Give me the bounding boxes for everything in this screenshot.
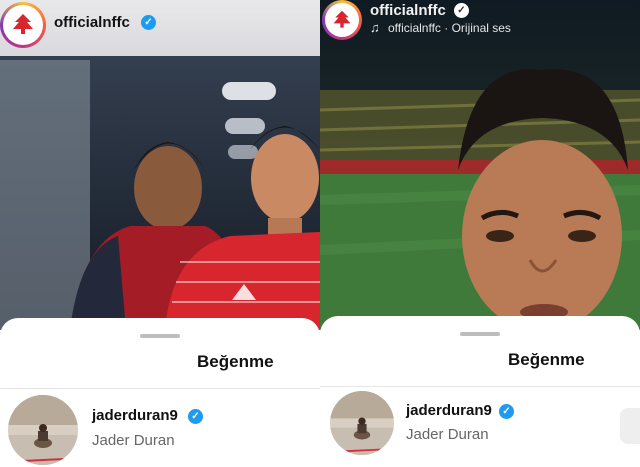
liker-username[interactable]: jaderduran9: [406, 402, 492, 419]
tree-crest-icon: [333, 10, 351, 28]
verified-badge-icon: ✓: [141, 15, 156, 30]
account-name[interactable]: officialnffc: [370, 2, 446, 19]
likes-sheet: Beğenme jaderduran9 ✓ Jader Duran: [0, 318, 320, 467]
verified-badge-icon: ✓: [188, 409, 203, 424]
story-header: officialnffc ✓ ♫ officialnffc · Orijinal…: [320, 0, 640, 56]
sheet-handle[interactable]: [140, 334, 180, 338]
story-header: officialnffc ✓: [0, 0, 320, 56]
audio-label[interactable]: officialnffc · Orijinal ses: [388, 21, 511, 35]
liker-avatar[interactable]: [330, 391, 394, 455]
liker-full-name: Jader Duran: [92, 432, 175, 449]
liker-avatar[interactable]: [8, 395, 78, 465]
liker-row[interactable]: jaderduran9 ✓ Jader Duran: [0, 390, 320, 467]
liker-full-name: Jader Duran: [406, 426, 489, 443]
sheet-divider: [320, 386, 640, 387]
liker-row[interactable]: jaderduran9 ✓ Jader Duran: [320, 388, 640, 467]
sheet-title: Beğenme: [508, 350, 585, 369]
verified-badge-icon: ✓: [454, 3, 469, 18]
account-avatar[interactable]: [322, 0, 362, 40]
sheet-handle[interactable]: [460, 332, 500, 336]
likes-sheet: Beğenme jaderduran9 ✓ Jader Duran: [320, 316, 640, 467]
music-note-icon: ♫: [370, 20, 380, 35]
liker-username[interactable]: jaderduran9: [92, 407, 178, 424]
verified-badge-icon: ✓: [499, 404, 514, 419]
account-avatar[interactable]: [0, 2, 46, 48]
tree-crest-icon: [13, 14, 33, 34]
left-screen: officialnffc ✓ Beğenme jaderduran9 ✓ Jad…: [0, 0, 320, 467]
account-name[interactable]: officialnffc: [54, 14, 130, 31]
sheet-title: Beğenme: [197, 352, 274, 371]
sheet-divider: [0, 388, 320, 389]
follow-button[interactable]: [620, 408, 640, 444]
right-screen: officialnffc ✓ ♫ officialnffc · Orijinal…: [320, 0, 640, 467]
